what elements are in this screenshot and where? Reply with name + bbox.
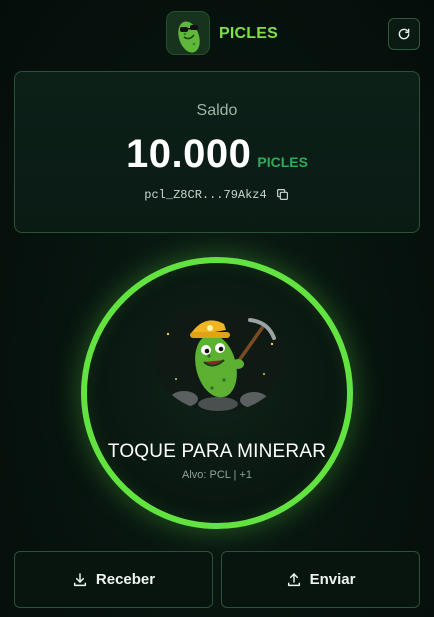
app-header: PICLES [0, 8, 434, 58]
wallet-address: pcl_Z8CR...79Akz4 [144, 188, 267, 202]
pickle-logo-icon [166, 11, 210, 55]
copy-icon [276, 189, 288, 200]
download-icon [73, 572, 86, 586]
send-button[interactable]: Enviar [221, 551, 420, 608]
balance-label: Saldo [196, 102, 238, 119]
wallet-address-row: pcl_Z8CR...79Akz4 [15, 188, 419, 202]
receive-button[interactable]: Receber [14, 551, 213, 608]
balance-amount: 10.000 [126, 132, 252, 176]
send-label: Enviar [309, 571, 356, 588]
copy-address-button[interactable] [276, 188, 290, 202]
mine-target-info: Alvo: PCL | +1 [181, 469, 252, 481]
app-brand-name: PICLES [219, 25, 278, 42]
mine-title: TOQUE PARA MINERAR [107, 441, 327, 462]
balance-unit: PICLES [257, 154, 308, 170]
mine-tap-button[interactable]: TOQUE PARA MINERAR Alvo: PCL | +1 [81, 257, 353, 529]
balance-row: 10.000 PICLES [15, 132, 419, 177]
upload-icon [287, 572, 300, 586]
receive-label: Receber [95, 571, 156, 588]
refresh-icon [398, 28, 410, 40]
refresh-button[interactable] [388, 18, 420, 50]
pickle-miner-mascot-icon [154, 304, 286, 412]
balance-card: Saldo 10.000 PICLES pcl_Z8CR...79Akz4 [14, 71, 420, 233]
